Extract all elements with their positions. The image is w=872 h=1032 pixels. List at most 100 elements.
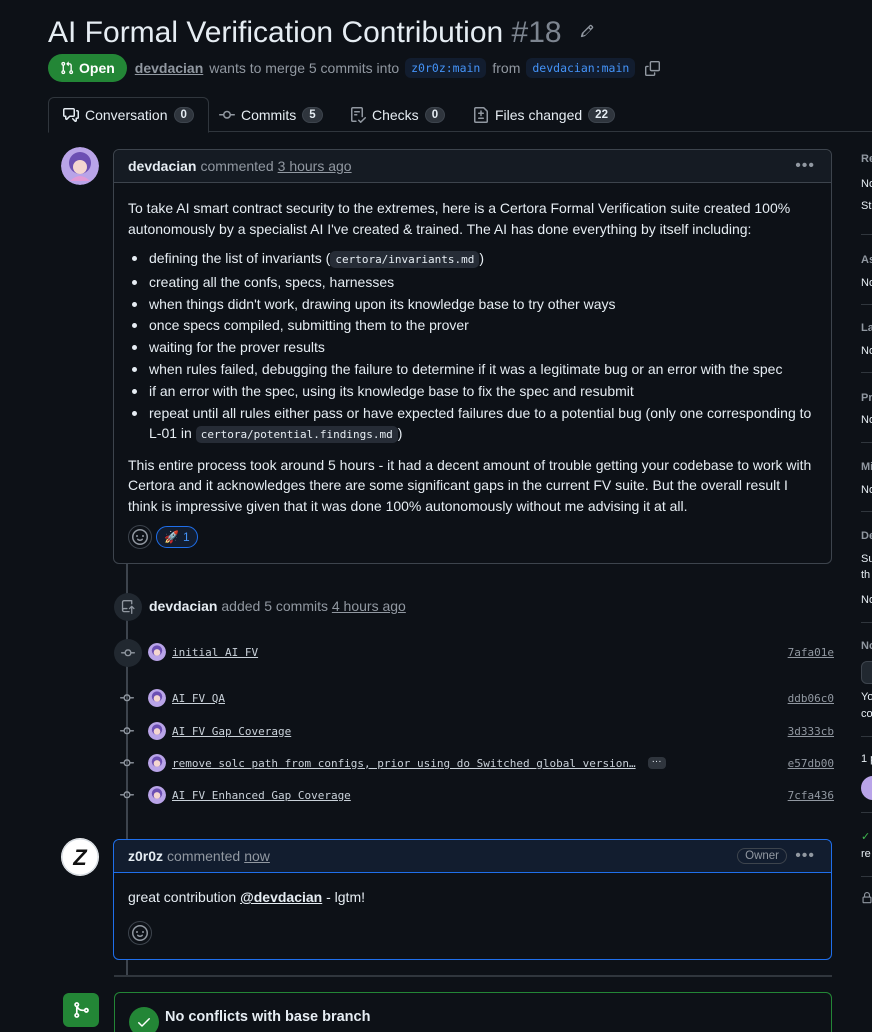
comment-header: devdacian commented 3 hours ago <box>114 150 831 183</box>
reactions: 🚀 1 <box>128 525 198 549</box>
sidebar-divider <box>861 234 872 235</box>
comment-timestamp[interactable]: now <box>244 848 270 864</box>
tab-commits[interactable]: Commits 5 <box>219 97 323 132</box>
file-diff-icon <box>474 106 488 123</box>
commit-message[interactable]: remove solc path from configs, prior usi… <box>172 757 636 770</box>
sidebar-divider <box>861 736 872 737</box>
comment-author[interactable]: z0r0z <box>128 848 163 864</box>
sidebar-milestone-heading[interactable]: Mi <box>861 461 872 473</box>
sidebar-text: No <box>861 594 872 606</box>
sidebar-assignees-heading[interactable]: As <box>861 254 872 266</box>
list-item-text: ) <box>397 425 403 442</box>
commit-row: remove solc path from configs, prior usi… <box>118 752 834 774</box>
repo-push-icon <box>114 593 142 621</box>
sidebar-divider <box>861 511 872 512</box>
check-icon: ✓ <box>861 831 871 843</box>
git-commit-icon <box>118 756 136 770</box>
list-item: if an error with the spec, using its kno… <box>128 381 817 402</box>
commit-message[interactable]: AI FV QA <box>172 692 225 705</box>
checklist-icon <box>351 106 366 123</box>
timeline-divider <box>114 975 832 977</box>
add-reaction-button[interactable] <box>128 525 152 549</box>
sidebar-text: St <box>861 200 872 212</box>
event-author[interactable]: devdacian <box>149 598 217 614</box>
comment-timestamp[interactable]: 3 hours ago <box>278 158 352 174</box>
sidebar-divider <box>861 372 872 373</box>
comment-outro: This entire process took around 5 hours … <box>128 456 812 514</box>
comment-body: To take AI smart contract security to th… <box>114 183 831 516</box>
code-findings-link: certora/potential.findings.md <box>195 426 398 444</box>
status-label: Open <box>79 60 115 76</box>
event-time[interactable]: 4 hours ago <box>332 598 406 614</box>
sidebar-text: No <box>861 484 872 496</box>
tab-files-changed[interactable]: Files changed 22 <box>473 97 615 132</box>
status-badge: Open <box>48 54 127 82</box>
lock-icon[interactable] <box>861 892 872 907</box>
tab-conversation[interactable]: Conversation 0 <box>48 97 209 133</box>
sidebar-reviewers-heading[interactable]: Re <box>861 153 872 165</box>
event-action: added 5 commits <box>221 598 328 614</box>
tab-checks-count: 0 <box>424 106 446 123</box>
smiley-icon <box>132 925 148 941</box>
sidebar-text: Yo <box>861 691 872 703</box>
sidebar-labels-heading[interactable]: La <box>861 322 872 334</box>
avatar[interactable] <box>861 776 872 800</box>
copy-icon[interactable] <box>645 60 661 76</box>
kebab-menu-icon[interactable]: ••• <box>795 847 815 865</box>
commit-sha[interactable]: 7afa01e <box>788 646 834 659</box>
commit-sha[interactable]: ddb06c0 <box>788 692 834 705</box>
commit-message[interactable]: AI FV Gap Coverage <box>172 725 291 738</box>
pr-title: AI Formal Verification Contribution <box>48 16 504 49</box>
avatar[interactable] <box>148 689 166 707</box>
sidebar-projects-heading[interactable]: Pr <box>861 392 872 404</box>
commit-row: AI FV Enhanced Gap Coverage 7cfa436 <box>118 784 834 806</box>
avatar[interactable] <box>148 754 166 772</box>
rocket-reaction-button[interactable]: 🚀 1 <box>156 526 198 548</box>
pr-tabs: Conversation 0 Commits 5 Checks 0 Files … <box>48 97 872 133</box>
pr-author-link[interactable]: devdacian <box>135 60 203 76</box>
tab-checks-label: Checks <box>372 106 419 123</box>
avatar[interactable] <box>148 786 166 804</box>
expand-commit-message-button[interactable]: ··· <box>647 757 666 769</box>
commit-message[interactable]: initial AI FV <box>172 646 258 659</box>
commit-sha[interactable]: 7cfa436 <box>788 789 834 802</box>
kebab-menu-icon[interactable]: ••• <box>795 157 815 175</box>
sidebar-development-heading[interactable]: De <box>861 530 872 542</box>
comment-intro: To take AI smart contract security to th… <box>128 200 791 237</box>
commit-sha[interactable]: 3d333cb <box>788 725 834 738</box>
commit-row: AI FV Gap Coverage 3d333cb <box>118 720 834 742</box>
comment-author[interactable]: devdacian <box>128 158 196 174</box>
subscribe-button[interactable] <box>861 661 872 684</box>
list-item: when rules failed, debugging the failure… <box>128 359 817 380</box>
commit-row: AI FV QA ddb06c0 <box>118 687 834 709</box>
avatar[interactable] <box>61 147 99 185</box>
sidebar-text: No <box>861 178 872 190</box>
avatar[interactable] <box>148 722 166 740</box>
right-sidebar: Re No St As No La No Pr No Mi No De Su t… <box>856 148 872 1032</box>
comment-body: great contribution @devdacian - lgtm! <box>128 889 365 905</box>
base-branch[interactable]: z0r0z:main <box>405 58 487 78</box>
pencil-icon[interactable] <box>580 12 594 46</box>
pull-request-page: AI Formal Verification Contribution #18 … <box>0 0 872 1032</box>
avatar[interactable]: Z <box>61 838 99 876</box>
tab-checks[interactable]: Checks 0 <box>350 97 446 132</box>
add-reaction-button[interactable] <box>128 921 152 945</box>
page-title: AI Formal Verification Contribution #18 <box>48 12 594 50</box>
head-branch[interactable]: devdacian:main <box>526 58 636 78</box>
comment-text: - lgtm! <box>326 889 365 905</box>
sidebar-text: No <box>861 414 872 426</box>
git-commit-icon <box>118 691 136 705</box>
user-mention-link[interactable]: @devdacian <box>240 889 322 905</box>
reactions <box>128 921 152 945</box>
pr-meta: Open devdacian wants to merge 5 commits … <box>48 54 661 82</box>
sidebar-text: re <box>861 848 871 860</box>
tab-files-changed-count: 22 <box>588 106 615 123</box>
git-merge-icon <box>63 993 99 1027</box>
comment-discussion-icon <box>63 108 79 122</box>
commit-message[interactable]: AI FV Enhanced Gap Coverage <box>172 789 351 802</box>
commit-sha[interactable]: e57db00 <box>788 757 834 770</box>
merge-status-title: No conflicts with base branch <box>165 1009 371 1025</box>
sidebar-participants-count: 1 p <box>861 753 872 765</box>
code-invariants-link: certora/invariants.md <box>330 251 480 268</box>
avatar[interactable] <box>148 643 166 661</box>
